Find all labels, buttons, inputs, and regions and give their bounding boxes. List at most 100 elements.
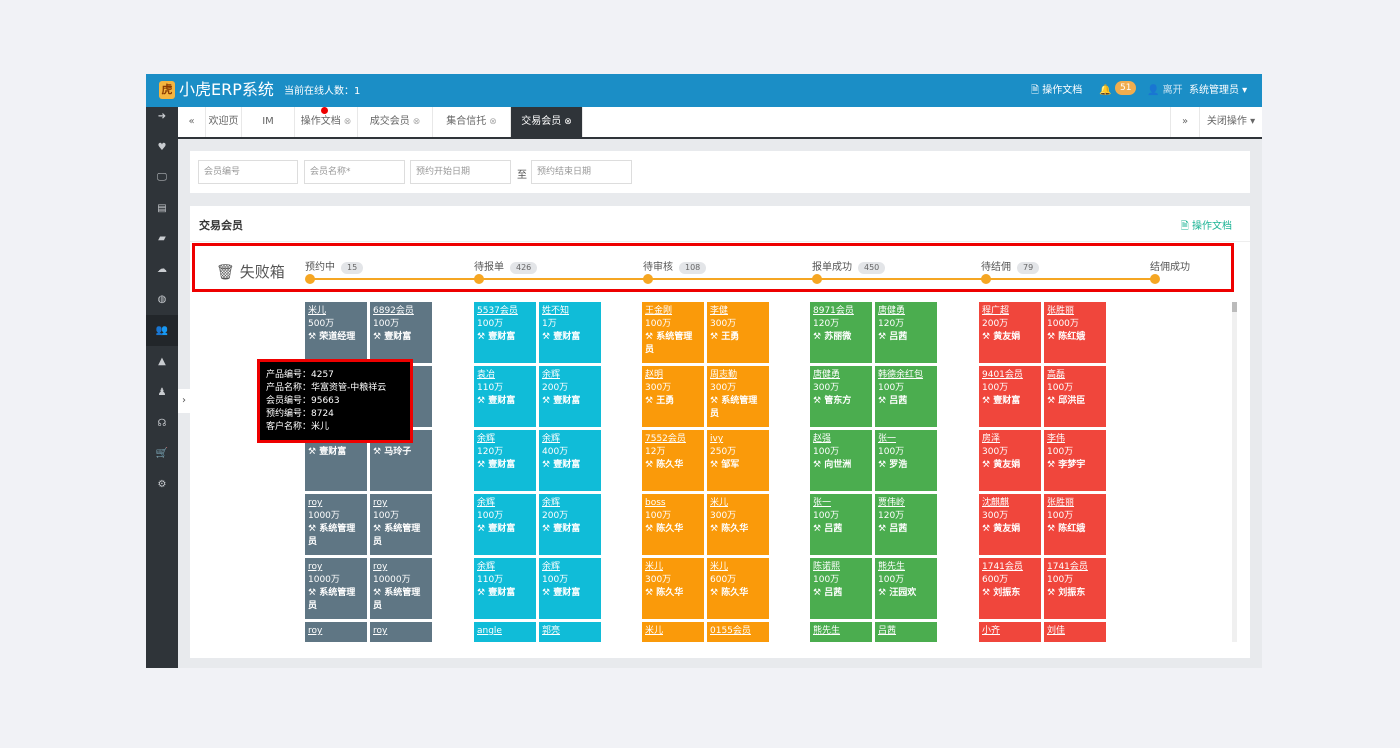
member-name-input[interactable]: 会员名称*: [304, 160, 405, 184]
member-name-link[interactable]: 9401会员: [982, 369, 1038, 382]
member-card[interactable]: roy: [305, 622, 367, 642]
member-name-link[interactable]: 高磊: [1047, 369, 1103, 382]
member-card[interactable]: 房泽 300万 ⚒ 黄友娟: [979, 430, 1041, 491]
member-card[interactable]: 米儿 600万 ⚒ 陈久华: [707, 558, 769, 619]
member-card[interactable]: 李健 300万 ⚒ 王勇: [707, 302, 769, 363]
member-name-link[interactable]: 米儿: [308, 305, 364, 318]
member-name-link[interactable]: 米儿: [710, 561, 766, 574]
member-card[interactable]: 米儿: [642, 622, 704, 642]
member-card[interactable]: 高磊 100万 ⚒ 邱洪臣: [1044, 366, 1106, 427]
member-card[interactable]: 姓不知 1万 ⚒ 壹财富: [539, 302, 601, 363]
member-card[interactable]: 张一 100万 ⚒ 吕茜: [810, 494, 872, 555]
member-card[interactable]: 5537会员 100万 ⚒ 壹财富: [474, 302, 536, 363]
member-card[interactable]: 7552会员 12万 ⚒ 陈久华: [642, 430, 704, 491]
member-name-link[interactable]: 熊先生: [813, 625, 869, 638]
member-card[interactable]: 郭亮: [539, 622, 601, 642]
member-card[interactable]: 唐健勇 300万 ⚒ 管东方: [810, 366, 872, 427]
member-name-link[interactable]: 郭亮: [542, 625, 598, 638]
member-name-link[interactable]: 熊先生: [878, 561, 934, 574]
member-name-link[interactable]: 余辉: [542, 497, 598, 510]
member-name-link[interactable]: 小齐: [982, 625, 1038, 638]
member-card[interactable]: roy: [370, 622, 432, 642]
member-card[interactable]: roy 10000万 ⚒ 系统管理员: [370, 558, 432, 619]
member-name-link[interactable]: 袁冶: [477, 369, 533, 382]
member-name-link[interactable]: ivy: [710, 433, 766, 446]
tab-2[interactable]: IM: [242, 107, 295, 137]
book-icon[interactable]: ▰: [146, 223, 178, 254]
member-card[interactable]: 余辉 110万 ⚒ 壹财富: [474, 558, 536, 619]
member-name-link[interactable]: 韩德余红包: [878, 369, 934, 382]
expand-panel-button[interactable]: ›: [178, 389, 190, 413]
close-ops-menu[interactable]: 关闭操作 ▾: [1200, 107, 1262, 137]
member-card[interactable]: 周志勤 300万 ⚒ 系统管理员: [707, 366, 769, 427]
cart-icon[interactable]: 🛒: [146, 438, 178, 469]
member-name-link[interactable]: 余辉: [542, 561, 598, 574]
stage-6[interactable]: 结佣成功: [1150, 258, 1190, 273]
member-name-link[interactable]: 6892会员: [373, 305, 429, 318]
users-icon[interactable]: 👥: [146, 315, 178, 346]
member-card[interactable]: ivy 250万 ⚒ 邹军: [707, 430, 769, 491]
member-card[interactable]: 李伟 100万 ⚒ 李梦宇: [1044, 430, 1106, 491]
tab-close-icon[interactable]: ⊗: [413, 117, 421, 127]
member-name-link[interactable]: 张胜丽: [1047, 497, 1103, 510]
member-name-link[interactable]: 余辉: [477, 497, 533, 510]
member-card[interactable]: 米儿 300万 ⚒ 陈久华: [707, 494, 769, 555]
member-name-link[interactable]: 张胜丽: [1047, 305, 1103, 318]
member-card[interactable]: 陈诺熙 100万 ⚒ 吕茜: [810, 558, 872, 619]
member-card[interactable]: 0155会员: [707, 622, 769, 642]
member-card[interactable]: 余辉 120万 ⚒ 壹财富: [474, 430, 536, 491]
member-card[interactable]: angle: [474, 622, 536, 642]
fail-box-button[interactable]: 🗑 失败箱: [216, 261, 285, 282]
member-card[interactable]: 刘佳: [1044, 622, 1106, 642]
user-menu[interactable]: 系统管理员 ▾: [1189, 83, 1247, 99]
member-no-input[interactable]: 会员编号: [198, 160, 298, 184]
scrollbar-track[interactable]: [1232, 302, 1237, 642]
tab-prev-button[interactable]: «: [178, 107, 206, 137]
member-card[interactable]: boss 100万 ⚒ 陈久华: [642, 494, 704, 555]
arrow-right-icon[interactable]: ➜: [146, 107, 178, 127]
member-card[interactable]: 熊先生 100万 ⚒ 汪园欢: [875, 558, 937, 619]
member-name-link[interactable]: 姓不知: [542, 305, 598, 318]
member-name-link[interactable]: 张一: [878, 433, 934, 446]
tab-close-icon[interactable]: ⊗: [489, 117, 497, 127]
member-name-link[interactable]: roy: [308, 561, 364, 574]
headphones-icon[interactable]: ☊: [146, 408, 178, 439]
member-name-link[interactable]: roy: [373, 625, 429, 638]
gear-icon[interactable]: ⚙: [146, 469, 178, 500]
member-name-link[interactable]: 程广超: [982, 305, 1038, 318]
member-name-link[interactable]: 8971会员: [813, 305, 869, 318]
member-card[interactable]: roy 100万 ⚒ 系统管理员: [370, 494, 432, 555]
member-name-link[interactable]: 余辉: [542, 369, 598, 382]
member-name-link[interactable]: 李伟: [1047, 433, 1103, 446]
member-name-link[interactable]: 0155会员: [710, 625, 766, 638]
member-name-link[interactable]: 张一: [813, 497, 869, 510]
member-name-link[interactable]: boss: [645, 497, 701, 510]
member-name-link[interactable]: 李健: [710, 305, 766, 318]
tab-5[interactable]: 集合信托 ⊗: [433, 107, 511, 137]
table-icon[interactable]: ▤: [146, 193, 178, 224]
member-name-link[interactable]: roy: [373, 497, 429, 510]
member-name-link[interactable]: 唐健勇: [878, 305, 934, 318]
leave-button[interactable]: 👤 离开: [1147, 83, 1183, 99]
tab-close-icon[interactable]: ⊗: [344, 117, 352, 127]
member-card[interactable]: 赵明 300万 ⚒ 王勇: [642, 366, 704, 427]
member-name-link[interactable]: 1741会员: [1047, 561, 1103, 574]
member-card[interactable]: 韩德余红包 100万 ⚒ 吕茜: [875, 366, 937, 427]
member-card[interactable]: 9401会员 100万 ⚒ 壹财富: [979, 366, 1041, 427]
member-name-link[interactable]: 7552会员: [645, 433, 701, 446]
member-card[interactable]: 王金刚 100万 ⚒ 系统管理员: [642, 302, 704, 363]
member-name-link[interactable]: roy: [308, 625, 364, 638]
member-name-link[interactable]: 贾伟岭: [878, 497, 934, 510]
end-date-input[interactable]: 预约结束日期: [531, 160, 632, 184]
member-name-link[interactable]: roy: [308, 497, 364, 510]
stage-1[interactable]: 预约中 15: [305, 258, 364, 274]
member-name-link[interactable]: 沈麒麒: [982, 497, 1038, 510]
cloud-upload-icon[interactable]: ☁: [146, 254, 178, 285]
top-doc-link[interactable]: 🗎 操作文档: [1031, 83, 1082, 99]
monitor-icon[interactable]: 🖵: [146, 162, 178, 193]
tab-next-button[interactable]: »: [1170, 107, 1200, 137]
member-name-link[interactable]: 余辉: [477, 561, 533, 574]
member-card[interactable]: 余辉 100万 ⚒ 壹财富: [539, 558, 601, 619]
member-card[interactable]: 余辉 400万 ⚒ 壹财富: [539, 430, 601, 491]
member-name-link[interactable]: 5537会员: [477, 305, 533, 318]
